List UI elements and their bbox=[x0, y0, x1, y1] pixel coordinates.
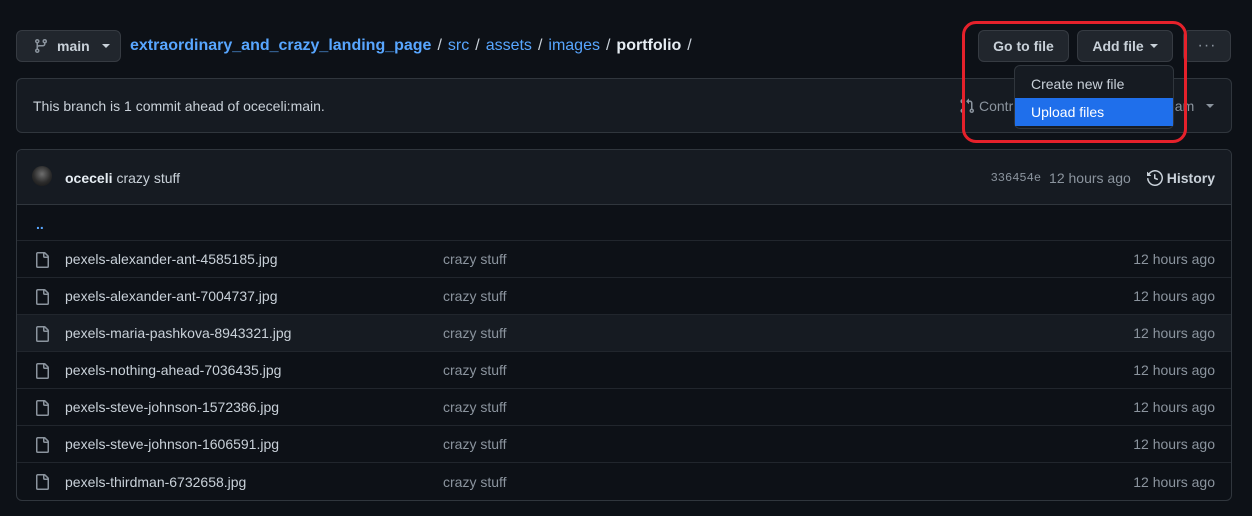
file-list: oceceli crazy stuff 336454e 12 hours ago… bbox=[16, 149, 1232, 501]
history-icon bbox=[1146, 169, 1163, 186]
history-link[interactable]: History bbox=[1146, 169, 1215, 186]
breadcrumb-separator: / bbox=[475, 37, 480, 54]
go-to-file-button[interactable]: Go to file bbox=[978, 30, 1069, 62]
file-name-link[interactable]: pexels-alexander-ant-7004737.jpg bbox=[65, 288, 277, 304]
history-label: History bbox=[1166, 169, 1215, 186]
add-file-dropdown: Create new file Upload files bbox=[1014, 65, 1174, 129]
breadcrumb-separator: / bbox=[687, 37, 692, 54]
file-commit-message[interactable]: crazy stuff bbox=[443, 362, 507, 378]
file-icon bbox=[34, 400, 50, 416]
breadcrumb-src-link[interactable]: src bbox=[448, 37, 469, 55]
table-row[interactable]: pexels-alexander-ant-7004737.jpg crazy s… bbox=[17, 278, 1231, 315]
file-age: 12 hours ago bbox=[1133, 436, 1215, 452]
breadcrumb-images-link[interactable]: images bbox=[548, 37, 600, 55]
file-name-link[interactable]: pexels-thirdman-6732658.jpg bbox=[65, 474, 246, 490]
file-name-link[interactable]: pexels-maria-pashkova-8943321.jpg bbox=[65, 325, 291, 341]
git-branch-icon bbox=[34, 39, 47, 54]
file-commit-message[interactable]: crazy stuff bbox=[443, 251, 507, 267]
file-name-link[interactable]: pexels-nothing-ahead-7036435.jpg bbox=[65, 362, 281, 378]
commit-summary: oceceli crazy stuff bbox=[65, 150, 180, 205]
file-age: 12 hours ago bbox=[1133, 399, 1215, 415]
branch-status-text: This branch is 1 commit ahead of oceceli… bbox=[33, 97, 325, 114]
breadcrumb-current: portfolio bbox=[616, 37, 682, 54]
breadcrumb-assets-link[interactable]: assets bbox=[486, 37, 532, 55]
file-age: 12 hours ago bbox=[1133, 288, 1215, 304]
breadcrumb-repo-link[interactable]: extraordinary_and_crazy_landing_page bbox=[130, 37, 431, 55]
contribute-label: Contr bbox=[979, 97, 1014, 114]
table-row[interactable]: pexels-nothing-ahead-7036435.jpg crazy s… bbox=[17, 352, 1231, 389]
parent-directory-row[interactable]: .. bbox=[17, 205, 1231, 241]
file-icon bbox=[34, 289, 50, 305]
table-row[interactable]: pexels-thirdman-6732658.jpg crazy stuff … bbox=[17, 463, 1231, 500]
file-age: 12 hours ago bbox=[1133, 473, 1215, 490]
file-commit-message[interactable]: crazy stuff bbox=[443, 436, 507, 452]
file-name-link[interactable]: pexels-steve-johnson-1606591.jpg bbox=[65, 436, 279, 452]
pull-request-icon bbox=[960, 98, 975, 113]
commit-meta: 336454e 12 hours ago History bbox=[991, 150, 1215, 205]
file-commit-message[interactable]: crazy stuff bbox=[443, 288, 507, 304]
file-icon bbox=[34, 252, 50, 268]
parent-directory-link[interactable]: .. bbox=[36, 216, 44, 232]
latest-commit-header: oceceli crazy stuff 336454e 12 hours ago… bbox=[17, 150, 1231, 205]
table-row[interactable]: pexels-maria-pashkova-8943321.jpg crazy … bbox=[17, 315, 1231, 352]
breadcrumb-separator: / bbox=[605, 37, 611, 54]
file-commit-message[interactable]: crazy stuff bbox=[443, 474, 507, 490]
file-icon bbox=[34, 474, 50, 490]
file-icon bbox=[34, 363, 50, 379]
file-commit-message[interactable]: crazy stuff bbox=[443, 325, 507, 341]
avatar[interactable] bbox=[32, 166, 52, 186]
file-name-link[interactable]: pexels-steve-johnson-1572386.jpg bbox=[65, 399, 279, 415]
branch-selector-button[interactable]: main bbox=[16, 30, 121, 62]
more-options-button[interactable]: ··· bbox=[1183, 30, 1231, 62]
fetch-upstream-button[interactable]: eam bbox=[1167, 79, 1215, 132]
file-age: 12 hours ago bbox=[1133, 325, 1215, 341]
table-row[interactable]: pexels-alexander-ant-4585185.jpg crazy s… bbox=[17, 241, 1231, 278]
menu-item-create-new-file[interactable]: Create new file bbox=[1015, 70, 1173, 98]
commit-message[interactable]: crazy stuff bbox=[116, 170, 180, 186]
file-icon bbox=[34, 437, 50, 453]
table-row[interactable]: pexels-steve-johnson-1606591.jpg crazy s… bbox=[17, 426, 1231, 463]
commit-sha[interactable]: 336454e bbox=[991, 171, 1041, 185]
menu-item-upload-files[interactable]: Upload files bbox=[1015, 98, 1173, 126]
add-file-button[interactable]: Add file bbox=[1077, 30, 1173, 62]
file-age: 12 hours ago bbox=[1133, 362, 1215, 378]
contribute-button[interactable]: Contr bbox=[959, 79, 1013, 132]
commit-author[interactable]: oceceli bbox=[65, 170, 112, 186]
file-commit-message[interactable]: crazy stuff bbox=[443, 399, 507, 415]
commit-age: 12 hours ago bbox=[1049, 169, 1131, 186]
breadcrumb-separator: / bbox=[537, 37, 543, 54]
branch-name: main bbox=[57, 38, 90, 54]
chevron-down-icon bbox=[1149, 44, 1158, 48]
file-icon bbox=[34, 326, 50, 342]
file-name-link[interactable]: pexels-alexander-ant-4585185.jpg bbox=[65, 251, 277, 267]
table-row[interactable]: pexels-steve-johnson-1572386.jpg crazy s… bbox=[17, 389, 1231, 426]
breadcrumb-separator: / bbox=[437, 37, 442, 54]
repo-toolbar: main extraordinary_and_crazy_landing_pag… bbox=[16, 30, 1231, 62]
file-age: 12 hours ago bbox=[1133, 251, 1215, 267]
breadcrumb: extraordinary_and_crazy_landing_page / s… bbox=[130, 30, 692, 62]
chevron-down-icon bbox=[1206, 103, 1215, 108]
add-file-label: Add file bbox=[1092, 38, 1144, 54]
chevron-down-icon bbox=[101, 44, 110, 48]
